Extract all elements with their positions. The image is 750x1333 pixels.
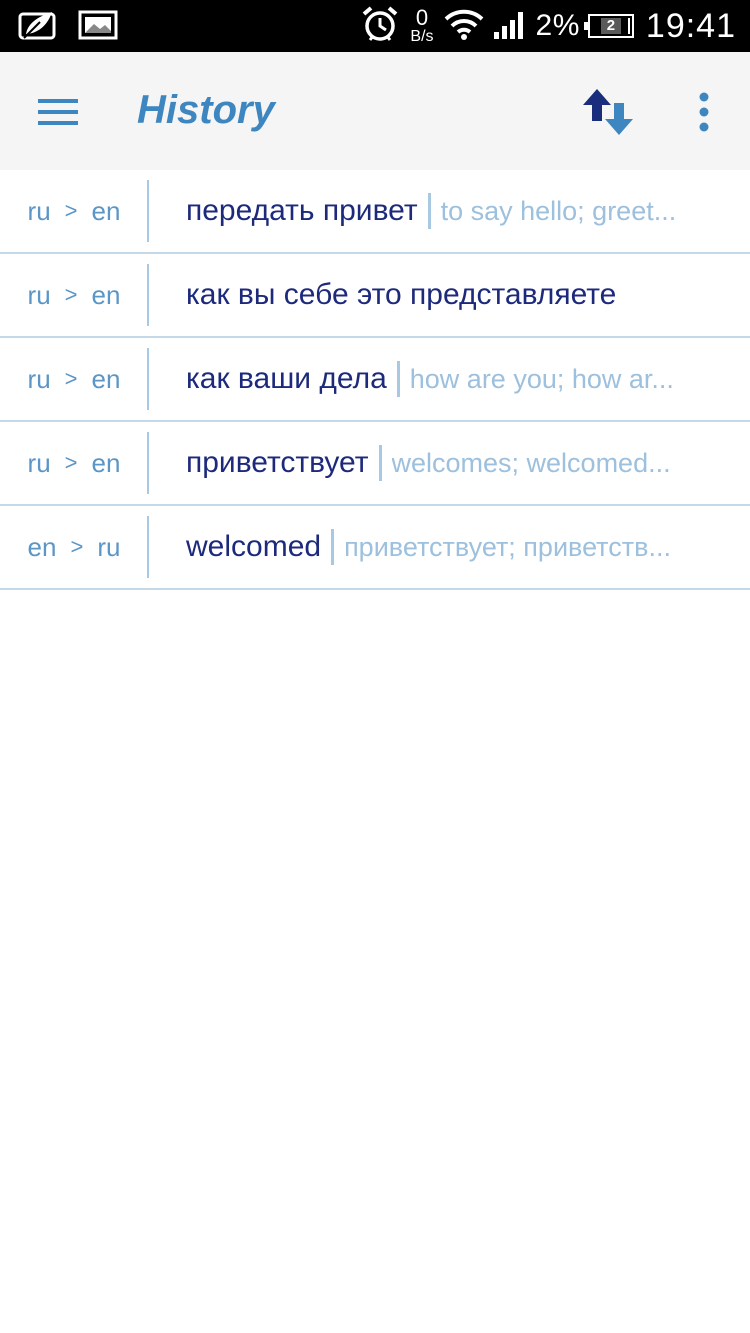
history-term: как ваши дела [186, 362, 387, 395]
history-entry: welcomed приветствует; приветств... [186, 506, 730, 588]
history-term: welcomed [186, 530, 322, 563]
target-language: en [91, 447, 121, 478]
history-entry: передать привет to say hello; greet... [186, 170, 730, 252]
language-pair: ru > en [0, 254, 148, 336]
target-language: ru [97, 531, 121, 562]
term-separator [427, 193, 431, 229]
direction-arrow: > [70, 534, 84, 559]
swap-languages-icon [583, 89, 633, 135]
wifi-icon [444, 7, 484, 46]
network-rate-unit: B/s [410, 28, 434, 45]
history-term: как вы себе это представляете [186, 278, 617, 311]
swap-languages-button[interactable] [576, 82, 640, 142]
row-divider [147, 516, 149, 578]
battery-icon: 2 [583, 14, 634, 38]
source-language: ru [27, 363, 51, 394]
history-item[interactable]: en > ru welcomed приветствует; приветств… [0, 506, 750, 590]
battery-percent: 2% [535, 9, 580, 42]
page-title: History [137, 88, 275, 132]
battery-badge: 2 [600, 18, 622, 34]
history-translation: приветствует; приветств... [344, 531, 671, 562]
more-options-icon [699, 92, 709, 132]
history-entry: приветствует welcomes; welcomed... [186, 422, 730, 504]
history-item[interactable]: ru > en приветствует welcomes; welcomed.… [0, 422, 750, 506]
target-language: en [91, 363, 121, 394]
history-item[interactable]: ru > en как ваши дела how are you; how a… [0, 338, 750, 422]
leaf-notification-icon [18, 8, 58, 47]
row-divider [147, 348, 149, 410]
image-notification-icon [78, 8, 118, 47]
target-language: en [91, 195, 121, 226]
more-options-button[interactable] [684, 82, 724, 142]
status-bar-notifications [18, 8, 118, 47]
menu-icon [38, 99, 78, 125]
language-pair: ru > en [0, 422, 148, 504]
source-language: ru [27, 447, 51, 478]
source-language: ru [27, 279, 51, 310]
language-pair: en > ru [0, 506, 148, 588]
history-translation: to say hello; greet... [440, 195, 677, 226]
menu-button[interactable] [28, 86, 88, 138]
direction-arrow: > [64, 282, 78, 307]
status-bar-system: 0 B/s 2% 2 19:41 [360, 0, 736, 52]
alarm-icon [360, 4, 400, 49]
status-bar: 0 B/s 2% 2 19:41 [0, 0, 750, 52]
language-pair: ru > en [0, 338, 148, 420]
history-translation: welcomes; welcomed... [391, 447, 671, 478]
direction-arrow: > [64, 450, 78, 475]
history-entry: как вы себе это представляете [186, 254, 730, 336]
signal-icon [492, 8, 528, 45]
term-separator [396, 361, 400, 397]
history-term: передать привет [186, 194, 418, 227]
clock: 19:41 [645, 6, 736, 45]
screen: 0 B/s 2% 2 19:41 History ru > en передат… [0, 0, 750, 1333]
history-term: приветствует [186, 446, 369, 479]
network-rate: 0 B/s [410, 7, 433, 45]
source-language: en [27, 531, 57, 562]
network-rate-value: 0 [415, 5, 429, 30]
source-language: ru [27, 195, 51, 226]
row-divider [147, 180, 149, 242]
toolbar: History [0, 52, 750, 170]
row-divider [147, 264, 149, 326]
direction-arrow: > [64, 198, 78, 223]
history-item[interactable]: ru > en передать привет to say hello; gr… [0, 170, 750, 254]
language-pair: ru > en [0, 170, 148, 252]
history-entry: как ваши дела how are you; how ar... [186, 338, 730, 420]
row-divider [147, 432, 149, 494]
direction-arrow: > [64, 366, 78, 391]
term-separator [331, 529, 335, 565]
term-separator [378, 445, 382, 481]
history-translation: how are you; how ar... [409, 363, 674, 394]
history-list: ru > en передать привет to say hello; gr… [0, 170, 750, 590]
target-language: en [91, 279, 121, 310]
history-item[interactable]: ru > en как вы себе это представляете [0, 254, 750, 338]
